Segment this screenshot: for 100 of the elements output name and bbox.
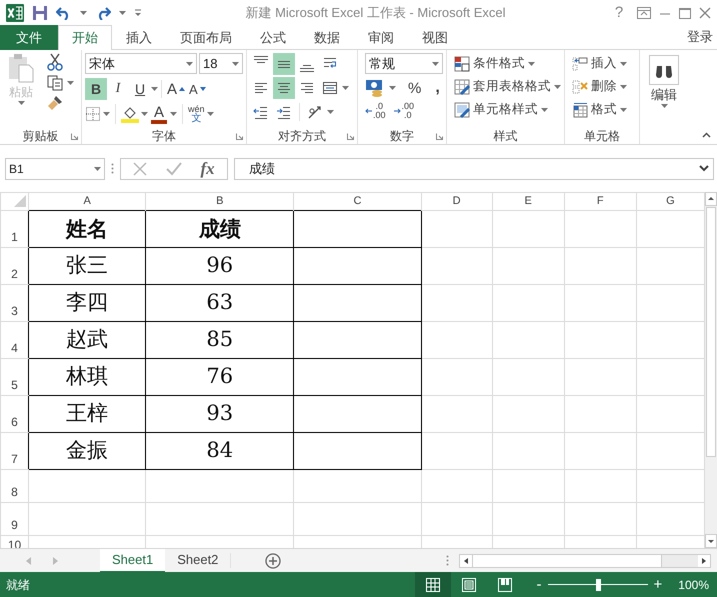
caret-icon[interactable] xyxy=(432,62,439,66)
caret-icon[interactable] xyxy=(528,62,535,66)
help-button[interactable]: ? xyxy=(609,5,629,20)
row-header[interactable]: 5 xyxy=(0,358,29,395)
caret-icon[interactable] xyxy=(103,112,110,116)
ribbon-tab[interactable]: 公式 xyxy=(246,25,300,50)
font-name-field[interactable]: 宋体 xyxy=(85,53,197,74)
add-sheet-icon[interactable] xyxy=(265,552,282,568)
caret-icon[interactable] xyxy=(141,112,148,116)
fill-color-icon[interactable] xyxy=(121,105,139,123)
column-header[interactable]: B xyxy=(146,192,294,210)
column-header[interactable]: C xyxy=(294,192,422,210)
increase-decimal-button[interactable]: .0 .00 xyxy=(365,102,386,120)
row-header[interactable]: 9 xyxy=(0,502,29,535)
scroll-right-icon[interactable] xyxy=(698,554,710,566)
ribbon-tab[interactable]: 数据 xyxy=(300,25,354,50)
borders-icon[interactable] xyxy=(85,106,101,122)
scroll-up-icon[interactable] xyxy=(705,192,717,206)
column-header[interactable]: A xyxy=(28,192,146,210)
view-button[interactable] xyxy=(414,572,451,597)
caret-icon[interactable] xyxy=(541,108,548,112)
editing-button[interactable]: 编辑 xyxy=(649,55,679,144)
bold-button[interactable]: B xyxy=(85,78,107,100)
zoom-out-button[interactable]: - xyxy=(536,577,542,592)
row-header[interactable]: 2 xyxy=(0,247,29,284)
shrink-font-button[interactable]: A xyxy=(187,78,208,100)
scissors-icon[interactable] xyxy=(47,53,63,71)
row-header[interactable]: 7 xyxy=(0,432,29,469)
zoom-in-button[interactable]: + xyxy=(654,577,662,592)
middle-align-button[interactable] xyxy=(273,53,295,75)
column-header[interactable]: D xyxy=(421,192,492,210)
caret-icon[interactable] xyxy=(327,110,334,114)
decrease-decimal-button[interactable]: .00 .0 xyxy=(394,102,414,120)
dialog-launcher-icon[interactable] xyxy=(71,133,78,140)
underline-button[interactable]: U xyxy=(129,78,151,100)
ribbon-tab[interactable]: 插入 xyxy=(112,25,166,50)
insert-function-button[interactable]: fx xyxy=(200,160,215,177)
ribbon-tab[interactable]: 视图 xyxy=(408,25,462,50)
maximize-icon[interactable] xyxy=(679,6,691,18)
checkmark-icon[interactable] xyxy=(166,162,182,176)
scroll-left-icon[interactable] xyxy=(460,554,472,566)
scrollbar-thumb[interactable] xyxy=(706,207,716,457)
name-box[interactable]: B1 xyxy=(5,158,105,180)
scroll-down-icon[interactable] xyxy=(705,534,717,548)
comma-button[interactable]: , xyxy=(433,77,442,99)
caret-icon[interactable] xyxy=(554,84,561,88)
scrollbar-thumb[interactable] xyxy=(472,554,662,566)
style-menu-button[interactable]: 条件格式 xyxy=(454,53,561,74)
close-icon[interactable] xyxy=(699,6,711,18)
dialog-launcher-icon[interactable] xyxy=(436,133,443,140)
column-header[interactable]: G xyxy=(636,192,704,210)
caret-icon[interactable] xyxy=(67,81,74,85)
phonetic-guide-button[interactable]: wén 文 xyxy=(188,104,205,124)
font-size-field[interactable]: 18 xyxy=(199,53,243,74)
currency-icon[interactable] xyxy=(365,79,385,97)
ribbon-tab[interactable]: 页面布局 xyxy=(166,25,246,50)
number-format-field[interactable]: 常规 xyxy=(365,53,443,74)
center-button[interactable] xyxy=(273,77,295,99)
file-tab[interactable]: 文件 xyxy=(0,25,58,50)
copy-icon[interactable] xyxy=(47,75,63,91)
row-header[interactable]: 3 xyxy=(0,284,29,321)
cells-menu-button[interactable]: 格式 xyxy=(572,99,636,120)
ribbon-tab[interactable]: 开始 xyxy=(58,25,112,50)
cells-menu-button[interactable]: 插入 xyxy=(572,53,636,74)
sheet-tab[interactable]: Sheet1 xyxy=(100,548,166,572)
formula-input[interactable]: 成绩 xyxy=(234,158,714,180)
row-header[interactable]: 4 xyxy=(0,321,29,358)
caret-icon[interactable] xyxy=(389,86,396,90)
style-menu-button[interactable]: 单元格样式 xyxy=(454,99,561,120)
caret-icon[interactable] xyxy=(206,112,214,116)
customize-icon[interactable] xyxy=(134,8,142,16)
row-header[interactable]: 8 xyxy=(0,469,29,502)
more-options-icon[interactable] xyxy=(446,555,449,566)
horizontal-scrollbar[interactable] xyxy=(459,554,711,568)
caret-icon[interactable] xyxy=(186,62,193,66)
paintbrush-icon[interactable] xyxy=(47,95,63,111)
caret-icon[interactable] xyxy=(620,62,627,66)
cells-menu-button[interactable]: 删除 xyxy=(572,76,636,97)
percent-button[interactable]: % xyxy=(406,77,424,99)
italic-button[interactable]: I xyxy=(107,78,129,100)
caret-icon[interactable] xyxy=(232,62,239,66)
caret-icon[interactable] xyxy=(342,86,349,90)
style-menu-button[interactable]: 套用表格格式 xyxy=(454,76,561,97)
column-header[interactable]: E xyxy=(492,192,564,210)
caret-icon[interactable] xyxy=(94,166,101,170)
dialog-launcher-icon[interactable] xyxy=(236,133,243,140)
sheet-tab[interactable]: Sheet2 xyxy=(165,548,230,572)
row-header[interactable]: 6 xyxy=(0,395,29,432)
grow-font-button[interactable]: A xyxy=(165,78,188,100)
sign-in-link[interactable]: 登录 xyxy=(687,27,713,47)
zoom-slider-thumb[interactable] xyxy=(596,578,601,590)
caret-icon[interactable] xyxy=(660,104,668,108)
collapse-ribbon-icon[interactable] xyxy=(702,132,711,138)
caret-icon[interactable] xyxy=(119,10,126,14)
caret-icon[interactable] xyxy=(170,112,177,116)
font-color-button[interactable]: A xyxy=(150,104,168,124)
caret-icon[interactable] xyxy=(620,84,627,88)
caret-icon[interactable] xyxy=(151,87,158,91)
dialog-launcher-icon[interactable] xyxy=(347,133,354,140)
column-header[interactable]: F xyxy=(564,192,636,210)
